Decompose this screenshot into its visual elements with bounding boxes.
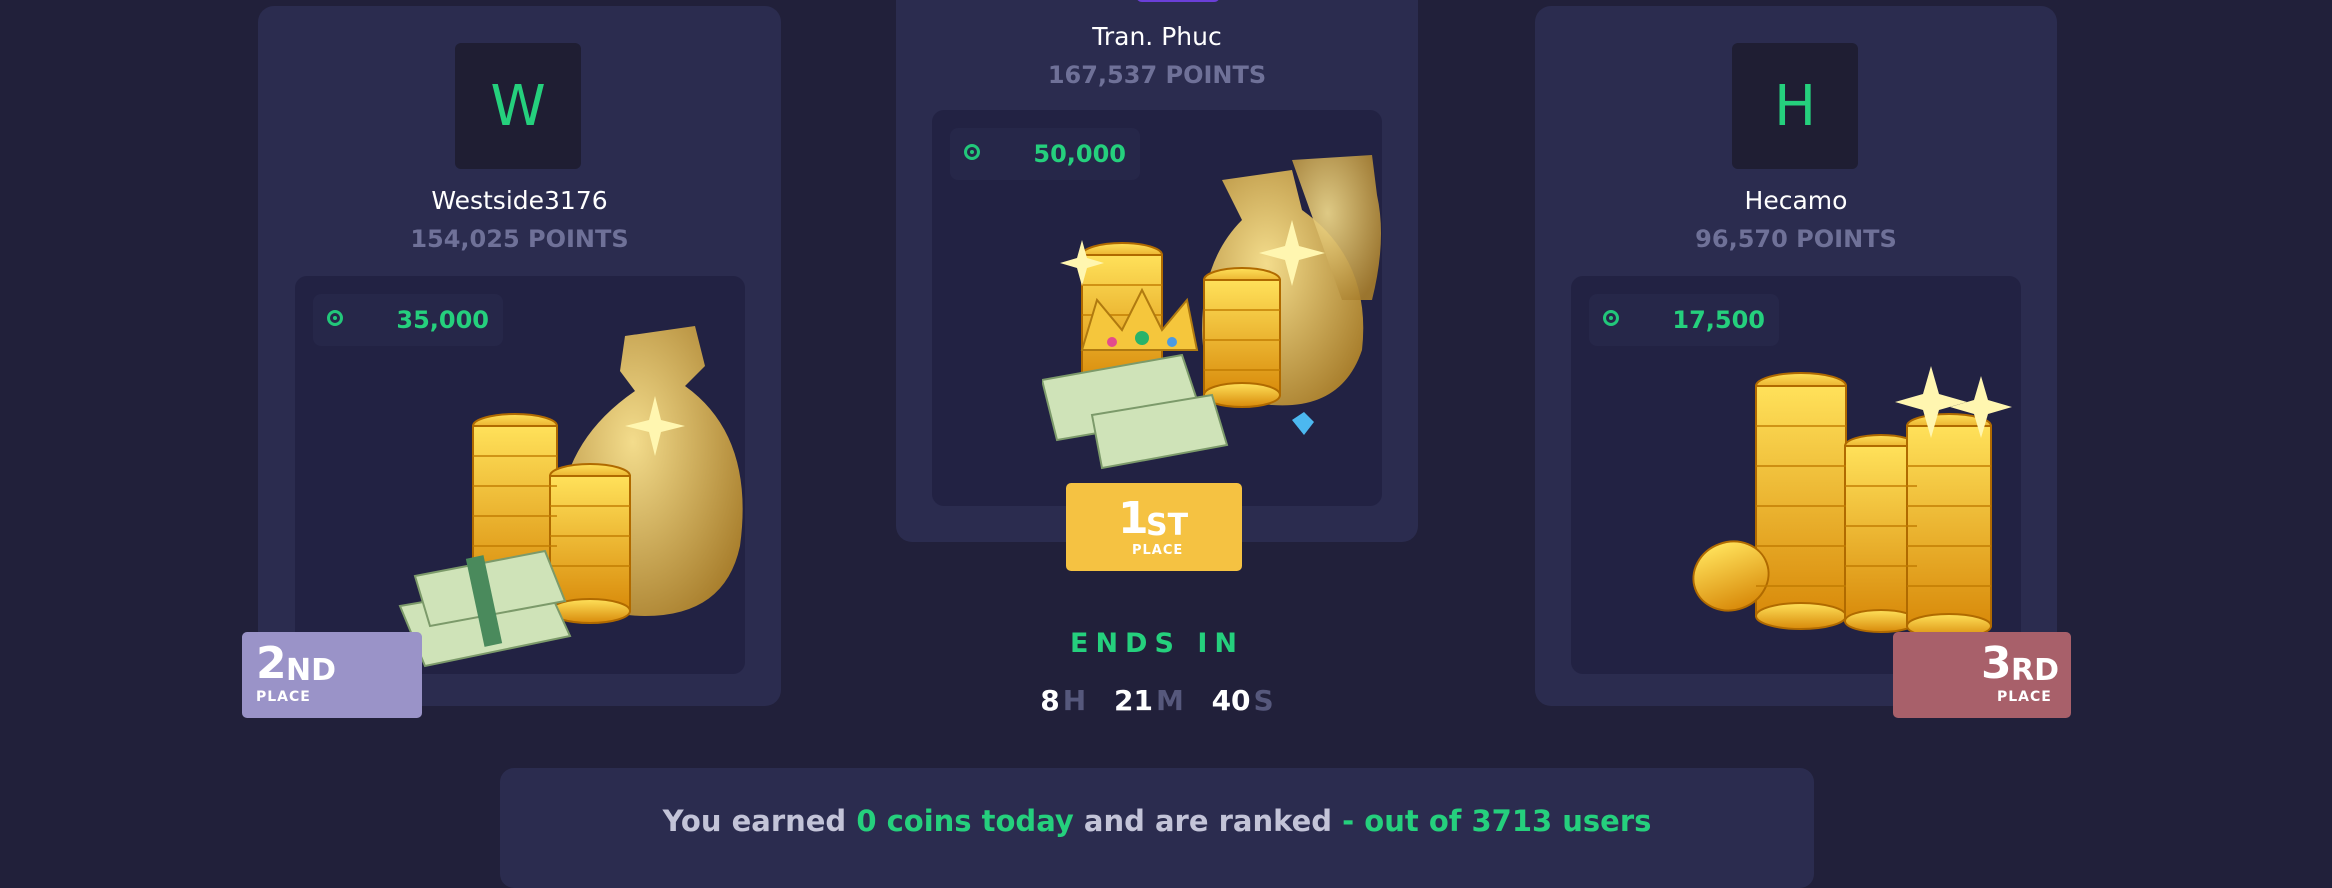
coin-icon xyxy=(964,144,980,160)
seconds-value: 40 xyxy=(1211,684,1251,717)
prize-amount-pill: 17,500 xyxy=(1589,294,1779,346)
ends-in-label: ENDS IN xyxy=(1070,628,1244,659)
summary-prefix: You earned xyxy=(662,804,847,838)
rank-text: - out of 3713 users xyxy=(1342,804,1652,838)
username: Hecamo xyxy=(1744,186,1848,215)
coins-today: 0 coins today xyxy=(856,804,1074,838)
earnings-summary-bar: You earned 0 coins today and are ranked … xyxy=(500,768,1814,888)
coin-icon xyxy=(327,310,343,326)
avatar: H xyxy=(1732,43,1858,169)
summary-middle: and are ranked xyxy=(1083,804,1333,838)
avatar: W xyxy=(455,43,581,169)
points: 96,570 POINTS xyxy=(1695,225,1897,253)
minutes-unit: M xyxy=(1155,684,1184,717)
minutes-value: 21 xyxy=(1113,684,1153,717)
crown-coins-icon xyxy=(1042,155,1381,470)
points: 167,537 POINTS xyxy=(1047,61,1267,89)
rank-number: 1 xyxy=(1118,493,1149,544)
third-place-badge: 3 RD PLACE xyxy=(1893,632,2071,718)
prize-panel: 50,000 xyxy=(932,110,1382,506)
place-label: PLACE xyxy=(256,689,311,705)
place-label: PLACE xyxy=(1997,689,2052,705)
second-place-badge: 2 ND PLACE xyxy=(242,632,422,718)
points: 154,025 POINTS xyxy=(410,225,629,253)
earnings-summary-text: You earned 0 coins today and are ranked … xyxy=(500,804,1814,838)
rank-number: 2 xyxy=(256,638,287,689)
place-label: PLACE xyxy=(1132,543,1184,558)
hours-unit: H xyxy=(1062,684,1087,717)
leaderboard-card-second: W Westside3176 154,025 POINTS 35,000 xyxy=(258,6,781,706)
money-bag-coins-icon xyxy=(398,326,743,668)
leaderboard-card-first: Tran. Phuc 167,537 POINTS 50,000 xyxy=(896,0,1418,542)
countdown-timer: 8H 21 M 40 S xyxy=(1000,684,1314,717)
rank-suffix: ST xyxy=(1146,508,1189,543)
avatar xyxy=(1136,0,1220,2)
rank-suffix: RD xyxy=(2011,653,2060,688)
rank-number: 3 xyxy=(1981,638,2012,689)
first-place-badge: 1 ST PLACE xyxy=(1066,483,1242,571)
rank-suffix: ND xyxy=(286,653,337,688)
prize-amount: 17,500 xyxy=(1672,306,1765,334)
seconds-unit: S xyxy=(1253,684,1274,717)
prize-panel: 17,500 xyxy=(1571,276,2021,674)
username: Westside3176 xyxy=(431,186,608,215)
coin-stacks-icon xyxy=(1692,366,2012,639)
hours-value: 8 xyxy=(1040,684,1060,717)
prize-panel: 35,000 xyxy=(295,276,745,674)
leaderboard-card-third: H Hecamo 96,570 POINTS 17,500 xyxy=(1535,6,2057,706)
coin-icon xyxy=(1603,310,1619,326)
username: Tran. Phuc xyxy=(1092,22,1222,51)
